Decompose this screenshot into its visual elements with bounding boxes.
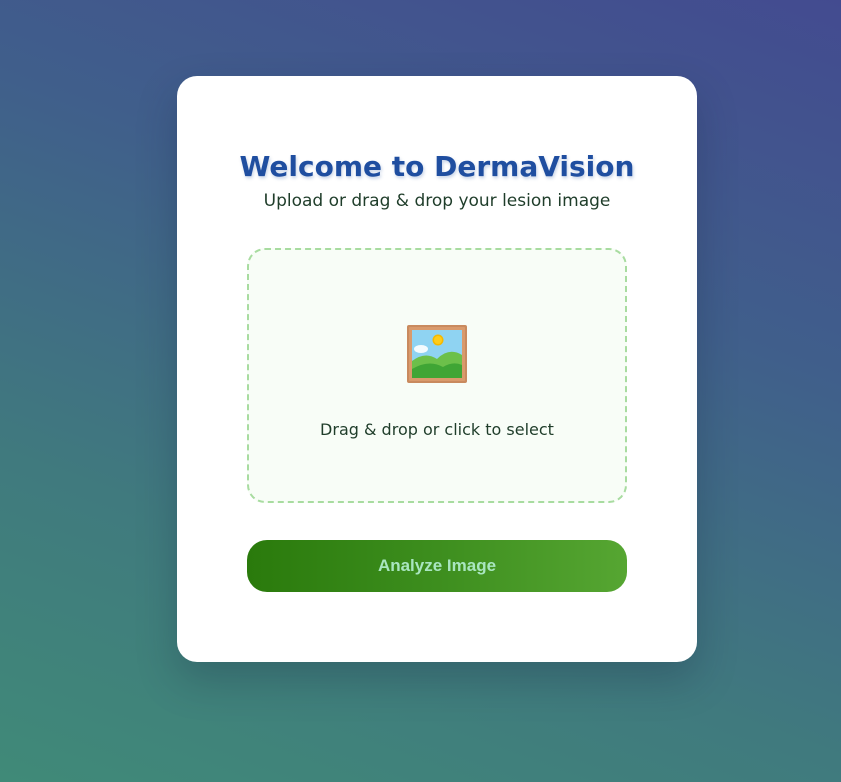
dropzone-instructions: Drag & drop or click to select bbox=[320, 420, 554, 439]
page-title: Welcome to DermaVision bbox=[239, 150, 635, 183]
framed-picture-icon bbox=[407, 325, 467, 383]
analyze-image-button[interactable]: Analyze Image bbox=[247, 540, 627, 592]
page-subtitle: Upload or drag & drop your lesion image bbox=[263, 191, 611, 211]
image-dropzone[interactable]: Drag & drop or click to select bbox=[247, 248, 627, 503]
upload-card: Welcome to DermaVision Upload or drag & … bbox=[177, 76, 697, 662]
